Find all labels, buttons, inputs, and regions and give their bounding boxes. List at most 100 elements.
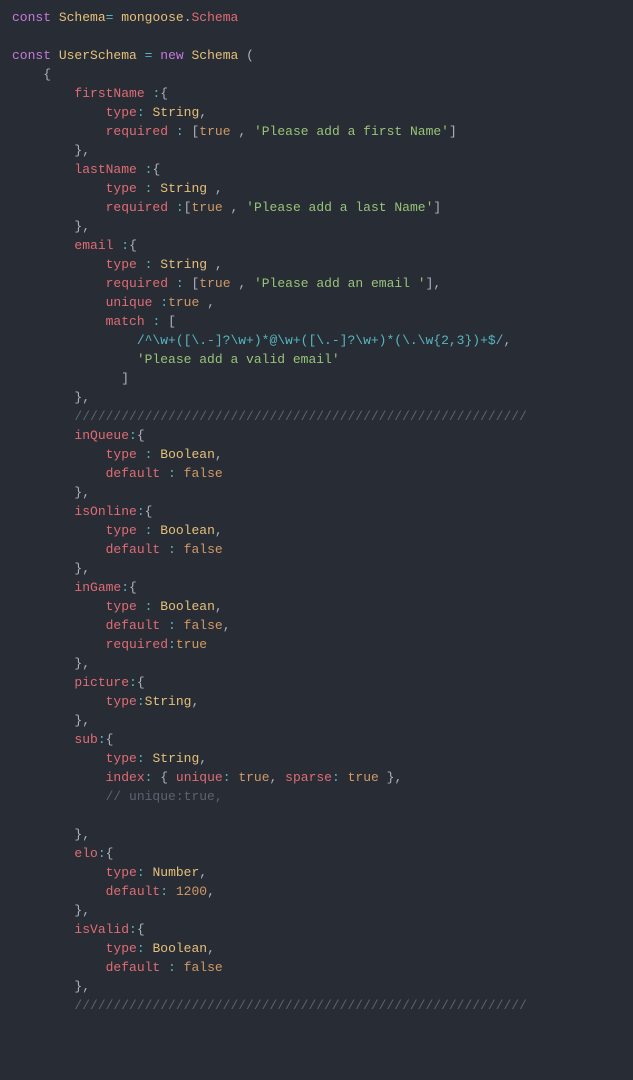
prop: inGame (74, 580, 121, 595)
punct: , (231, 200, 239, 215)
op: : (332, 770, 340, 785)
literal: false (184, 466, 223, 481)
prop: default (106, 618, 161, 633)
punct: { (160, 770, 168, 785)
punct: ] (449, 124, 457, 139)
punct: }, (74, 903, 90, 918)
punct: , (191, 694, 199, 709)
op: : (145, 257, 153, 272)
punct: { (137, 922, 145, 937)
punct: , (238, 276, 246, 291)
punct: }, (74, 561, 90, 576)
prop: Schema (192, 10, 239, 25)
op: : (223, 770, 231, 785)
punct: , (215, 523, 223, 538)
literal: 1200 (176, 884, 207, 899)
code-editor[interactable]: const Schema= mongoose.Schema const User… (0, 0, 633, 1080)
punct: , (215, 257, 223, 272)
class: String (152, 105, 199, 120)
prop: required (106, 200, 168, 215)
punct: { (137, 428, 145, 443)
comment: ////////////////////////////////////////… (74, 998, 526, 1013)
op: : (129, 922, 137, 937)
literal: true (199, 124, 230, 139)
literal: true (168, 295, 199, 310)
prop: required (106, 124, 168, 139)
op: : (121, 238, 129, 253)
punct: { (145, 504, 153, 519)
operator: = (145, 48, 153, 63)
punct: { (106, 846, 114, 861)
literal: true (176, 637, 207, 652)
prop: type (106, 599, 137, 614)
identifier: UserSchema (59, 48, 137, 63)
prop: elo (74, 846, 97, 861)
string: 'Please add a last Name' (246, 200, 433, 215)
string: 'Please add a valid email' (137, 352, 340, 367)
prop: type (106, 447, 137, 462)
op: : (176, 200, 184, 215)
punct: , (207, 941, 215, 956)
op: : (145, 523, 153, 538)
literal: true (191, 200, 222, 215)
string: 'Please add a first Name' (254, 124, 449, 139)
comment: // unique:true, (106, 789, 223, 804)
prop: sub (74, 732, 97, 747)
op: : (137, 941, 145, 956)
punct: { (160, 86, 168, 101)
punct: { (137, 675, 145, 690)
keyword: new (160, 48, 183, 63)
prop: unique (176, 770, 223, 785)
prop: required (106, 637, 168, 652)
prop: type (106, 105, 137, 120)
class: Number (152, 865, 199, 880)
prop: default (106, 884, 161, 899)
op: : (129, 675, 137, 690)
op: : (152, 314, 160, 329)
op: : (168, 960, 176, 975)
prop: isOnline (74, 504, 136, 519)
punct: . (184, 10, 192, 25)
prop: firstName (74, 86, 144, 101)
regex: /^\w+([\.-]?\w+)*@\w+([\.-]?\w+)*(\.\w{2… (137, 333, 504, 348)
punct: , (215, 181, 223, 196)
punct: }, (74, 485, 90, 500)
prop: default (106, 960, 161, 975)
punct: , (215, 447, 223, 462)
op: : (137, 865, 145, 880)
comment: ////////////////////////////////////////… (74, 409, 526, 424)
class: String (152, 751, 199, 766)
punct: , (207, 295, 215, 310)
punct: }, (74, 143, 90, 158)
literal: true (348, 770, 379, 785)
op: : (168, 542, 176, 557)
literal: true (199, 276, 230, 291)
prop: picture (74, 675, 129, 690)
prop: required (106, 276, 168, 291)
punct: , (215, 599, 223, 614)
class: String (160, 181, 207, 196)
prop: type (106, 865, 137, 880)
op: : (145, 181, 153, 196)
punct: ( (246, 48, 254, 63)
prop: match (106, 314, 145, 329)
op: : (137, 751, 145, 766)
op: : (160, 884, 168, 899)
punct: }, (74, 656, 90, 671)
punct: , (207, 884, 215, 899)
class: String (145, 694, 192, 709)
op: : (98, 732, 106, 747)
punct: , (199, 865, 207, 880)
prop: type (106, 523, 137, 538)
op: : (168, 466, 176, 481)
prop: inQueue (74, 428, 129, 443)
punct: , (504, 333, 512, 348)
punct: { (106, 732, 114, 747)
punct: , (223, 618, 231, 633)
punct: }, (387, 770, 403, 785)
punct: { (129, 580, 137, 595)
op: : (137, 504, 145, 519)
literal: true (238, 770, 269, 785)
punct: }, (74, 219, 90, 234)
punct: { (129, 238, 137, 253)
